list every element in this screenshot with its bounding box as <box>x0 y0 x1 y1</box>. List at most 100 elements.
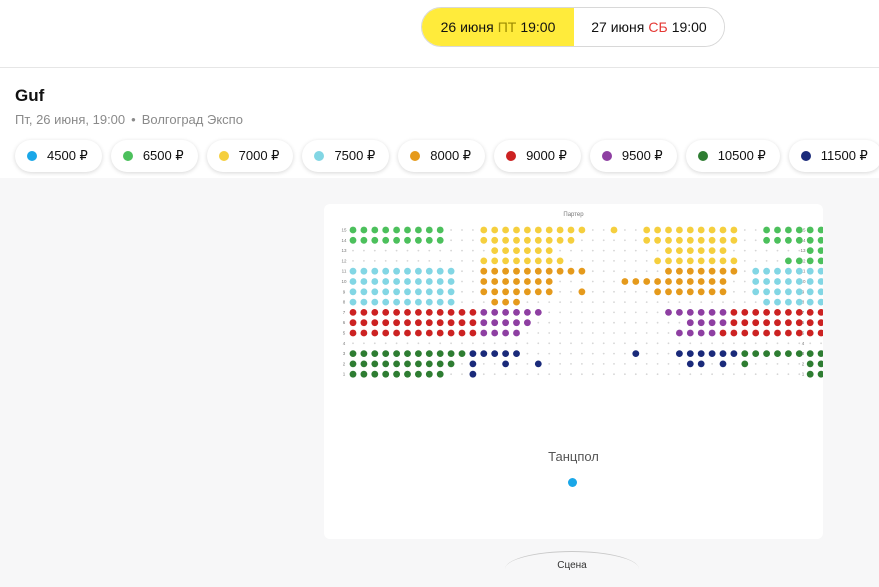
seat[interactable] <box>349 309 357 316</box>
seat[interactable] <box>719 278 727 285</box>
seat[interactable] <box>360 309 368 316</box>
seat[interactable] <box>425 370 433 378</box>
seat[interactable] <box>447 329 455 337</box>
seat[interactable] <box>513 298 520 306</box>
seat[interactable] <box>763 350 770 357</box>
seat[interactable] <box>349 370 357 378</box>
seat[interactable] <box>708 309 716 316</box>
seat[interactable] <box>349 298 357 306</box>
price-chip-9000[interactable]: 9000 ₽ <box>494 140 581 172</box>
seat[interactable] <box>763 226 770 234</box>
seat[interactable] <box>719 350 727 357</box>
seat[interactable] <box>806 288 814 296</box>
seat[interactable] <box>360 298 368 306</box>
seat[interactable] <box>349 288 357 296</box>
seat[interactable] <box>719 267 727 275</box>
seat[interactable] <box>785 288 792 296</box>
seat[interactable] <box>382 298 390 306</box>
seat[interactable] <box>524 309 531 316</box>
seat[interactable] <box>393 267 400 275</box>
seat[interactable] <box>404 319 411 327</box>
seat[interactable] <box>534 309 542 316</box>
seat[interactable] <box>447 309 455 316</box>
seat[interactable] <box>817 236 823 244</box>
seat[interactable] <box>534 288 542 296</box>
seat[interactable] <box>708 278 716 285</box>
price-chip-8000[interactable]: 8000 ₽ <box>398 140 486 172</box>
seat[interactable] <box>393 236 400 244</box>
seat[interactable] <box>665 236 672 244</box>
seat[interactable] <box>415 370 422 378</box>
price-chip-4500[interactable]: 4500 ₽ <box>15 140 102 172</box>
seat[interactable] <box>817 329 823 337</box>
seat[interactable] <box>774 319 781 327</box>
seat[interactable] <box>806 236 814 244</box>
seat[interactable] <box>719 360 727 368</box>
seat[interactable] <box>665 267 672 275</box>
seat[interactable] <box>752 319 760 327</box>
seat[interactable] <box>545 278 553 285</box>
seat[interactable] <box>686 288 694 296</box>
seat[interactable] <box>425 226 433 234</box>
seat[interactable] <box>415 226 422 234</box>
seat[interactable] <box>817 247 823 254</box>
seat[interactable] <box>708 350 716 357</box>
seat[interactable] <box>480 226 488 234</box>
seat[interactable] <box>480 319 488 327</box>
seat[interactable] <box>785 257 792 265</box>
seat[interactable] <box>458 329 466 337</box>
seat[interactable] <box>491 278 499 285</box>
seat[interactable] <box>686 247 694 254</box>
seat[interactable] <box>567 236 575 244</box>
seat[interactable] <box>806 370 814 378</box>
seat[interactable] <box>752 329 760 337</box>
seat[interactable] <box>349 350 357 357</box>
seat[interactable] <box>686 236 694 244</box>
seat[interactable] <box>415 278 422 285</box>
date-tab-june-27[interactable]: 27 июня СБ 19:00 <box>574 8 724 46</box>
seat[interactable] <box>621 278 629 285</box>
seat[interactable] <box>360 319 368 327</box>
seat[interactable] <box>567 226 575 234</box>
seat[interactable] <box>545 226 553 234</box>
seat[interactable] <box>404 226 411 234</box>
seat[interactable] <box>436 236 444 244</box>
seat[interactable] <box>524 278 531 285</box>
seat[interactable] <box>697 309 705 316</box>
seat[interactable] <box>774 350 781 357</box>
seat[interactable] <box>795 267 803 275</box>
seat[interactable] <box>371 309 379 316</box>
seat[interactable] <box>513 319 520 327</box>
date-tab-june-26[interactable]: 26 июня ПТ 19:00 <box>422 8 574 46</box>
seat[interactable] <box>524 236 531 244</box>
seat[interactable] <box>502 329 509 337</box>
seat[interactable] <box>415 236 422 244</box>
price-chip-11500[interactable]: 11500 ₽ <box>788 140 879 172</box>
seat[interactable] <box>513 309 520 316</box>
seat[interactable] <box>697 350 705 357</box>
seat[interactable] <box>654 288 661 296</box>
seat[interactable] <box>502 319 509 327</box>
seat[interactable] <box>654 226 661 234</box>
seat[interactable] <box>371 278 379 285</box>
seat[interactable] <box>360 360 368 368</box>
seat[interactable] <box>491 226 499 234</box>
seat[interactable] <box>665 257 672 265</box>
seat[interactable] <box>502 309 509 316</box>
seat[interactable] <box>360 329 368 337</box>
seat[interactable] <box>676 257 683 265</box>
seat[interactable] <box>665 226 672 234</box>
seat[interactable] <box>676 226 683 234</box>
seat[interactable] <box>545 267 553 275</box>
seat[interactable] <box>349 226 357 234</box>
seat[interactable] <box>763 298 770 306</box>
seat[interactable] <box>774 309 781 316</box>
seat[interactable] <box>806 278 814 285</box>
seat[interactable] <box>513 267 520 275</box>
seat[interactable] <box>425 350 433 357</box>
seat[interactable] <box>676 267 683 275</box>
seat[interactable] <box>393 370 400 378</box>
seat[interactable] <box>795 236 803 244</box>
seat[interactable] <box>817 257 823 265</box>
seat[interactable] <box>534 226 542 234</box>
